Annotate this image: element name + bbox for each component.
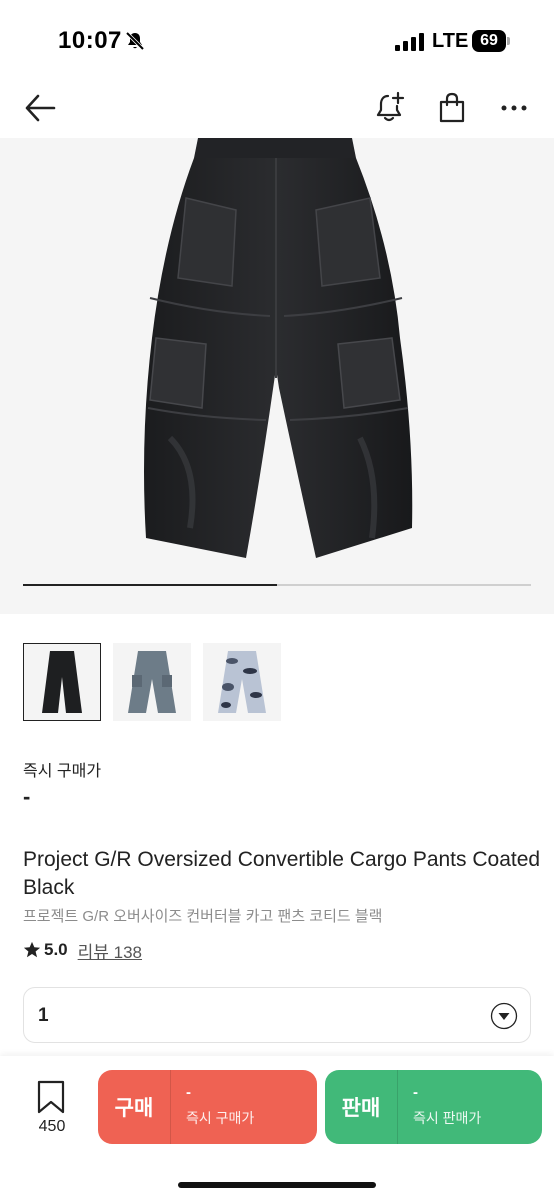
buy-button-subtext: 즉시 구매가 xyxy=(186,1110,255,1126)
option-select-value: 1 xyxy=(38,1005,49,1026)
sell-button-label: 판매 xyxy=(341,1097,381,1120)
thumbnail-list xyxy=(23,643,323,723)
chevron-down-icon xyxy=(490,1002,518,1030)
wishlist-count: 450 xyxy=(38,1118,66,1135)
more-options-button[interactable] xyxy=(494,88,534,128)
product-subtitle: 프로젝트 G/R 오버사이즈 컨버터블 카고 팬츠 코티드 블랙 xyxy=(23,908,383,925)
status-bar: 10:07 LTE 69 xyxy=(0,0,554,78)
sell-button[interactable]: 판매 - 즉시 판매가 xyxy=(325,1070,542,1144)
back-arrow-icon xyxy=(25,94,56,122)
sell-button-price: - xyxy=(413,1084,418,1101)
product-image xyxy=(144,138,413,558)
buy-button-price: - xyxy=(186,1084,191,1101)
buy-button-label: 구매 xyxy=(114,1097,154,1120)
buy-button-divider xyxy=(170,1070,171,1144)
thumbnail-black-cargo-pants[interactable] xyxy=(23,643,101,721)
bookmark-icon xyxy=(37,1080,65,1114)
option-select[interactable]: 1 xyxy=(23,987,531,1043)
star-icon xyxy=(23,941,41,958)
product-image-carousel[interactable] xyxy=(0,138,554,614)
buy-button[interactable]: 구매 - 즉시 구매가 xyxy=(98,1070,317,1144)
home-indicator xyxy=(178,1182,376,1188)
sell-button-subtext: 즉시 판매가 xyxy=(413,1110,482,1126)
carousel-progress-track xyxy=(23,584,531,586)
status-time: 10:07 xyxy=(58,27,122,54)
thumbnail-image xyxy=(128,651,176,713)
rating-row: 5.0 리뷰 138 xyxy=(23,938,142,962)
instant-buy-price-label: 즉시 구매가 xyxy=(23,763,102,780)
mute-icon xyxy=(125,31,145,51)
rating-value: 5.0 xyxy=(44,940,68,959)
instant-buy-price-value: - xyxy=(23,784,31,809)
thumbnail-image xyxy=(218,651,266,713)
battery-level: 69 xyxy=(480,32,498,49)
network-label: LTE xyxy=(432,30,469,52)
thumbnail-camo-cargo-pants[interactable] xyxy=(203,643,281,721)
bottom-action-bar: 450 구매 - 즉시 구매가 판매 - 즉시 판매가 xyxy=(0,1056,554,1200)
signal-icon xyxy=(395,33,424,51)
add-alert-button[interactable] xyxy=(370,88,410,128)
wishlist-button[interactable]: 450 xyxy=(30,1080,74,1140)
top-nav-bar xyxy=(0,78,554,138)
thumbnail-blue-denim-cargo-pants[interactable] xyxy=(113,643,191,721)
more-dots-icon xyxy=(501,105,527,111)
review-count-link[interactable]: 리뷰 138 xyxy=(78,938,142,963)
shopping-bag-icon xyxy=(439,92,465,123)
shopping-bag-button[interactable] xyxy=(432,88,472,128)
battery-icon: 69 xyxy=(472,30,510,52)
back-button[interactable] xyxy=(20,88,60,128)
thumbnail-image xyxy=(42,651,82,713)
bell-plus-icon xyxy=(376,91,405,122)
carousel-progress-bar xyxy=(23,584,277,586)
product-title: Project G/R Oversized Convertible Cargo … xyxy=(23,848,541,899)
sell-button-divider xyxy=(397,1070,398,1144)
